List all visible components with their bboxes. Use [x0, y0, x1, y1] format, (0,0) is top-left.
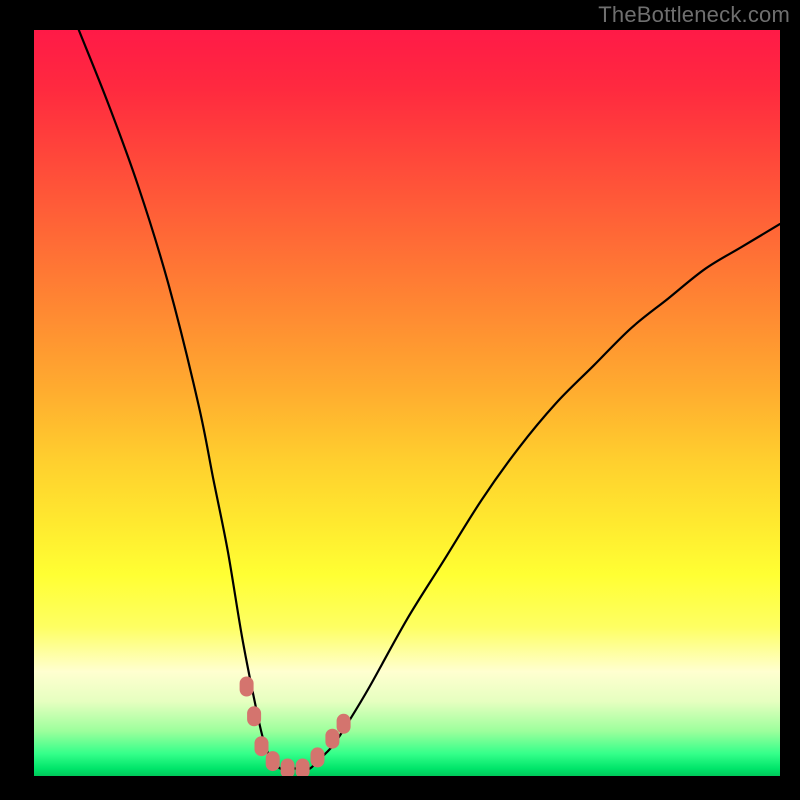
chart-frame: TheBottleneck.com: [0, 0, 800, 800]
curve-marker: [325, 729, 339, 749]
curve-marker: [255, 736, 269, 756]
bottleneck-curve-path: [79, 30, 780, 769]
watermark-text: TheBottleneck.com: [598, 2, 790, 28]
curve-markers: [240, 677, 351, 777]
bottleneck-curve-svg: [34, 30, 780, 776]
curve-marker: [296, 759, 310, 777]
curve-marker: [337, 714, 351, 734]
curve-marker: [281, 759, 295, 777]
curve-marker: [311, 747, 325, 767]
curve-marker: [266, 751, 280, 771]
plot-area: [34, 30, 780, 776]
curve-marker: [247, 706, 261, 726]
curve-marker: [240, 677, 254, 697]
